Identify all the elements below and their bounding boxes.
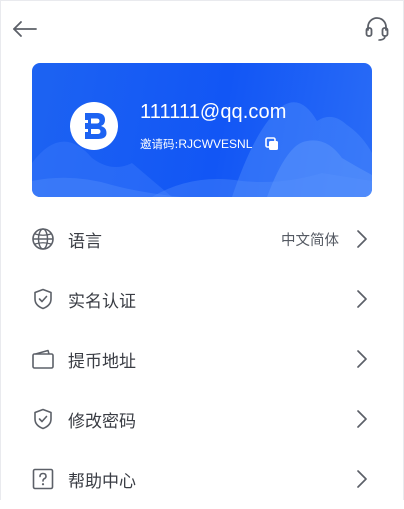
invite-code-label: 邀请码:	[140, 137, 179, 151]
menu-item-withdraw-address[interactable]: 提币地址	[1, 329, 404, 389]
menu-item-change-password[interactable]: 修改密码	[1, 389, 404, 449]
headset-icon	[365, 17, 389, 41]
shield-check-icon	[30, 286, 56, 312]
menu-item-label: 实名认证	[68, 291, 136, 312]
invite-code-row: 邀请码: RJCWVESNL	[140, 135, 280, 153]
menu-item-label: 提币地址	[68, 351, 136, 372]
chevron-right-icon	[357, 290, 367, 308]
menu-item-language[interactable]: 语言 中文简体	[1, 209, 404, 269]
chevron-right-icon	[357, 410, 367, 428]
arrow-left-icon	[13, 21, 37, 37]
chevron-right-icon	[357, 230, 367, 248]
brand-b-logo	[70, 102, 118, 150]
chevron-right-icon	[357, 350, 367, 368]
chevron-right-icon	[357, 470, 367, 488]
menu-item-label: 语言	[68, 231, 102, 252]
back-button[interactable]	[11, 15, 39, 43]
menu-item-label: 帮助中心	[68, 471, 136, 492]
menu-item-identity-verification[interactable]: 实名认证	[1, 269, 404, 329]
shield-check-icon	[30, 406, 56, 432]
menu-item-help-center[interactable]: 帮助中心	[1, 449, 404, 509]
invite-code-value: RJCWVESNL	[178, 137, 253, 151]
user-info-card: 111111@qq.com 邀请码: RJCWVESNL	[32, 63, 372, 197]
wallet-icon	[30, 346, 56, 372]
settings-menu: 语言 中文简体 实名认证 提币地址 修改密码 帮助中心	[1, 209, 404, 509]
customer-service-button[interactable]	[363, 13, 391, 43]
help-icon	[30, 466, 56, 492]
profile-page: 111111@qq.com 邀请码: RJCWVESNL 语言 中文简体 实名认…	[0, 0, 404, 500]
menu-item-label: 修改密码	[68, 411, 136, 432]
copy-icon[interactable]	[264, 136, 280, 152]
globe-icon	[30, 226, 56, 252]
user-email: 111111@qq.com	[140, 101, 287, 123]
language-value: 中文简体	[281, 232, 339, 249]
